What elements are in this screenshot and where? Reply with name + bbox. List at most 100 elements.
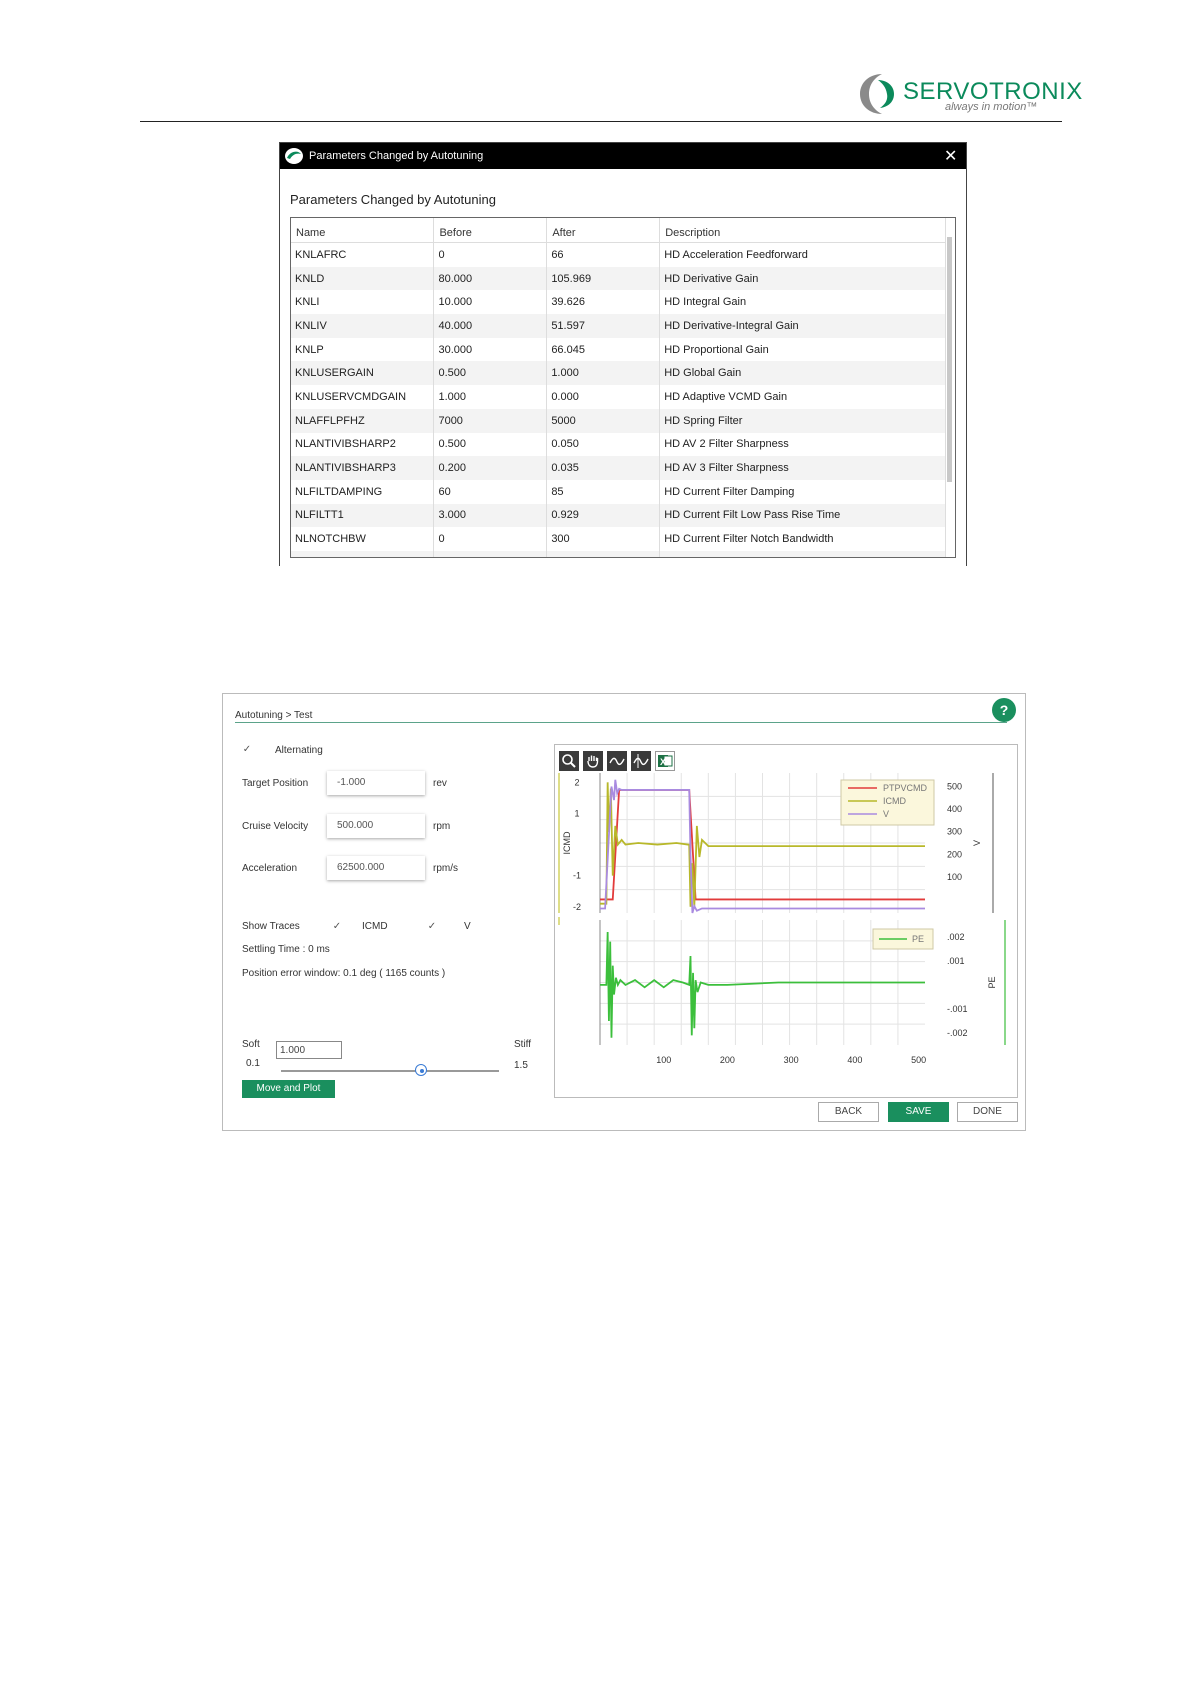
table-row[interactable]: KNLAFRC 0 66 HD Acceleration Feedforward xyxy=(291,242,946,267)
table-row[interactable]: KNLP 30.000 66.045 HD Proportional Gain xyxy=(291,337,946,362)
cell-description: HD Current Filter Notch Bandwidth xyxy=(659,527,946,551)
column-header-description[interactable]: Description xyxy=(659,218,946,243)
icmd-tick-label: -1 xyxy=(573,871,581,881)
parameters-dialog: Parameters Changed by Autotuning ✕ Param… xyxy=(279,142,967,566)
cell-name: NLNOTCHCENTER xyxy=(291,550,435,557)
cell-before: 60 xyxy=(433,479,548,504)
acceleration-input[interactable]: 62500.000 xyxy=(327,856,425,880)
cell-before: 0.500 xyxy=(433,361,548,386)
alternating-checkbox[interactable]: ✓ xyxy=(241,744,253,756)
pe-tick-label: -.001 xyxy=(947,1004,968,1014)
cell-name: NLFILTT1 xyxy=(291,503,435,528)
pe-tick-label: .002 xyxy=(947,932,965,942)
v-tick-label: 200 xyxy=(947,849,962,859)
target-position-unit: rev xyxy=(433,778,447,789)
cell-before: 100 xyxy=(433,550,548,557)
brand-tagline: always in motion™ xyxy=(945,101,1038,113)
table-row[interactable]: NLFILTDAMPING 60 85 HD Current Filter Dampi… xyxy=(291,479,946,504)
cell-name: KNLIV xyxy=(291,314,435,338)
autotuning-test-panel: Autotuning > Test ? ✓ Alternating Target… xyxy=(222,693,1026,1131)
target-position-input[interactable]: -1.000 xyxy=(327,771,425,795)
cell-before: 0.500 xyxy=(433,432,548,457)
cell-after: 0.035 xyxy=(546,456,661,480)
cell-after: 0.929 xyxy=(546,503,661,528)
header-divider xyxy=(140,121,1062,122)
cell-after: 66.045 xyxy=(546,337,661,362)
column-header-after[interactable]: After xyxy=(546,218,661,243)
cell-description: HD Integral Gain xyxy=(659,290,946,315)
cell-after: 66 xyxy=(546,242,661,267)
help-button[interactable]: ? xyxy=(992,698,1016,722)
icmd-trace-checkbox[interactable]: ✓ xyxy=(331,921,343,933)
parameters-table[interactable]: Name Before After Description KNLAFRC 0 66… xyxy=(290,217,956,558)
autotuning-plot[interactable]: 2 1 -1 -2 500 400 300 200 100 ICMD V PTPVCMD ICMD V .0… xyxy=(555,745,1017,1097)
v-trace-checkbox[interactable]: ✓ xyxy=(426,921,438,933)
app-logo-icon xyxy=(285,148,303,164)
table-row[interactable]: KNLUSERVCMDGAIN 1.000 0.000 HD Adaptive VCM… xyxy=(291,385,946,409)
legend-label-ptpvcmd: PTPVCMD xyxy=(883,783,928,793)
x-tick-label: 200 xyxy=(720,1055,735,1065)
acceleration-label: Acceleration xyxy=(242,863,298,874)
acceleration-unit: rpm/s xyxy=(433,863,458,874)
cell-before: 0.200 xyxy=(433,456,548,480)
x-tick-label: 300 xyxy=(784,1055,799,1065)
close-icon[interactable]: ✕ xyxy=(944,146,957,166)
stiffness-slider-thumb[interactable] xyxy=(414,1064,427,1076)
column-header-name[interactable]: Name xyxy=(291,218,435,243)
cruise-velocity-input[interactable]: 500.000 xyxy=(327,814,425,838)
target-position-label: Target Position xyxy=(242,778,309,789)
cell-after: 85 xyxy=(546,479,661,504)
show-traces-label: Show Traces xyxy=(242,921,300,932)
table-row[interactable]: NLFILTT1 3.000 0.929 HD Current Filt Low Pa… xyxy=(291,503,946,528)
soft-label: Soft xyxy=(242,1039,260,1050)
cell-before: 30.000 xyxy=(433,337,548,362)
v-tick-label: 400 xyxy=(947,804,962,814)
settling-time: Settling Time : 0 ms xyxy=(242,944,330,955)
v-axis-title: V xyxy=(972,840,982,846)
alternating-label: Alternating xyxy=(275,745,323,756)
cell-description: HD Derivative-Integral Gain xyxy=(659,314,946,338)
cell-name: KNLD xyxy=(291,266,435,291)
legend-label-pe: PE xyxy=(912,934,924,944)
cell-before: 10.000 xyxy=(433,290,548,315)
cell-after: 39.626 xyxy=(546,290,661,315)
cell-after: 51.597 xyxy=(546,314,661,338)
cell-before: 0 xyxy=(433,527,548,551)
cell-after: 5000 xyxy=(546,408,661,433)
icmd-trace-label: ICMD xyxy=(362,921,388,932)
table-row[interactable]: KNLIV 40.000 51.597 HD Derivative-Integral … xyxy=(291,314,946,338)
table-row[interactable]: KNLUSERGAIN 0.500 1.000 HD Global Gain xyxy=(291,361,946,386)
table-scrollbar[interactable] xyxy=(947,237,952,482)
dialog-titlebar: Parameters Changed by Autotuning ✕ xyxy=(280,143,966,169)
done-button[interactable]: DONE xyxy=(957,1102,1018,1122)
table-row[interactable]: NLANTIVIBSHARP3 0.200 0.035 HD AV 3 Filter … xyxy=(291,456,946,480)
cell-before: 1.000 xyxy=(433,385,548,409)
soft-value: 0.1 xyxy=(246,1058,260,1069)
stiffness-slider-track[interactable] xyxy=(281,1070,499,1072)
cell-description: HD Proportional Gain xyxy=(659,337,946,362)
table-row[interactable]: NLNOTCHBW 0 300 HD Current Filter Notch Ban… xyxy=(291,527,946,551)
gain-value-input[interactable]: 1.000 xyxy=(276,1041,342,1059)
table-row[interactable]: NLANTIVIBSHARP2 0.500 0.050 HD AV 2 Filter … xyxy=(291,432,946,457)
pe-tick-label: -.002 xyxy=(947,1028,968,1038)
cell-after: 1333 xyxy=(546,550,661,557)
cell-after: 0.000 xyxy=(546,385,661,409)
cruise-velocity-unit: rpm xyxy=(433,821,451,832)
dialog-heading: Parameters Changed by Autotuning xyxy=(290,192,496,207)
save-button[interactable]: SAVE xyxy=(888,1102,949,1122)
column-header-before[interactable]: Before xyxy=(433,218,548,243)
cell-description: HD Global Gain xyxy=(659,361,946,386)
dialog-title: Parameters Changed by Autotuning xyxy=(309,150,484,162)
table-row[interactable]: NLAFFLPFHZ 7000 5000 HD Spring Filter xyxy=(291,408,946,433)
cell-description: HD Current Filter Damping xyxy=(659,479,946,504)
table-row[interactable]: KNLD 80.000 105.969 HD Derivative Gain xyxy=(291,266,946,291)
cell-after: 105.969 xyxy=(546,266,661,291)
table-row[interactable]: KNLI 10.000 39.626 HD Integral Gain xyxy=(291,290,946,315)
move-and-plot-button[interactable]: Move and Plot xyxy=(242,1080,335,1098)
cell-before: 40.000 xyxy=(433,314,548,338)
table-row[interactable]: NLNOTCHCENTER1001333HD Current Filter No… xyxy=(291,550,946,557)
v-tick-label: 300 xyxy=(947,827,962,837)
cell-before: 0 xyxy=(433,242,548,267)
table-header-row: Name Before After Description xyxy=(291,218,946,243)
back-button[interactable]: BACK xyxy=(818,1102,879,1122)
